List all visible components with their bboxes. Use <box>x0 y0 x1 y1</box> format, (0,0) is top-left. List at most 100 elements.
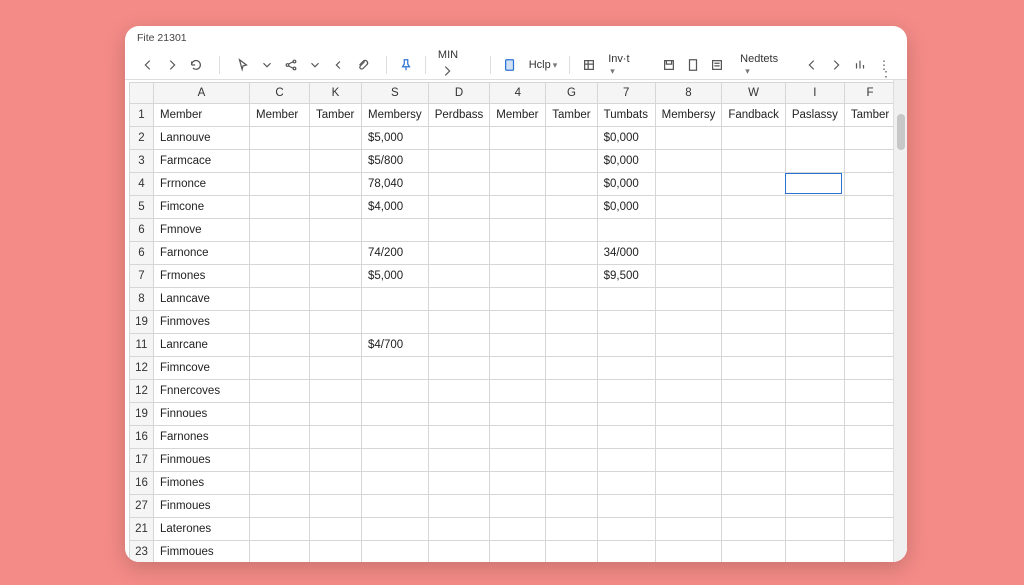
cell[interactable] <box>250 357 310 380</box>
row-number[interactable]: 5 <box>130 196 154 219</box>
row-number[interactable]: 19 <box>130 311 154 334</box>
cell[interactable] <box>490 357 546 380</box>
cell[interactable] <box>250 242 310 265</box>
cell[interactable] <box>655 334 722 357</box>
cell[interactable] <box>597 311 655 334</box>
cell[interactable] <box>844 403 893 426</box>
cell[interactable]: Farnones <box>154 426 250 449</box>
cell[interactable] <box>546 403 597 426</box>
cell[interactable] <box>428 449 490 472</box>
cell[interactable]: Member <box>250 104 310 127</box>
cell[interactable]: Farmcace <box>154 150 250 173</box>
cell[interactable] <box>428 334 490 357</box>
cell[interactable] <box>428 403 490 426</box>
cell[interactable] <box>655 357 722 380</box>
cell[interactable] <box>428 196 490 219</box>
cell[interactable] <box>722 334 786 357</box>
row-number[interactable]: 12 <box>130 357 154 380</box>
cell[interactable]: Finmoves <box>154 311 250 334</box>
cell[interactable] <box>722 518 786 541</box>
cell[interactable] <box>250 127 310 150</box>
cell[interactable] <box>722 426 786 449</box>
spreadsheet-grid[interactable]: ACKSD4G78WIF 1MemberMemberTamberMembersy… <box>129 82 893 562</box>
cell[interactable] <box>785 426 844 449</box>
cell[interactable] <box>597 449 655 472</box>
cursor-icon[interactable] <box>234 55 252 75</box>
cell[interactable] <box>785 242 844 265</box>
cell[interactable] <box>655 242 722 265</box>
cell[interactable]: Tumbats <box>597 104 655 127</box>
cell[interactable] <box>310 127 362 150</box>
cell[interactable] <box>546 288 597 311</box>
cell[interactable] <box>785 472 844 495</box>
cell[interactable] <box>785 265 844 288</box>
chevron-left-icon[interactable] <box>803 55 821 75</box>
cell[interactable] <box>546 357 597 380</box>
cell[interactable] <box>722 311 786 334</box>
cell[interactable] <box>722 541 786 563</box>
cell[interactable] <box>490 311 546 334</box>
cell[interactable] <box>655 449 722 472</box>
row-number[interactable]: 4 <box>130 173 154 196</box>
cell[interactable] <box>250 311 310 334</box>
cell[interactable] <box>428 472 490 495</box>
row-number[interactable]: 6 <box>130 219 154 242</box>
back-small-icon[interactable] <box>330 55 348 75</box>
cell[interactable] <box>785 196 844 219</box>
cell[interactable] <box>428 150 490 173</box>
grid-scroll[interactable]: ACKSD4G78WIF 1MemberMemberTamberMembersy… <box>125 80 893 562</box>
cell[interactable] <box>310 541 362 563</box>
cell[interactable] <box>722 196 786 219</box>
cell[interactable] <box>310 403 362 426</box>
cell[interactable] <box>655 403 722 426</box>
cell[interactable] <box>655 150 722 173</box>
cell[interactable] <box>310 219 362 242</box>
pin-icon[interactable] <box>397 55 415 75</box>
cell[interactable] <box>250 380 310 403</box>
cell[interactable] <box>250 403 310 426</box>
cell[interactable] <box>785 541 844 563</box>
cell[interactable] <box>362 472 429 495</box>
cell[interactable] <box>310 472 362 495</box>
cell[interactable] <box>362 495 429 518</box>
cell[interactable] <box>490 265 546 288</box>
cell[interactable] <box>310 265 362 288</box>
cell[interactable] <box>250 196 310 219</box>
cell[interactable] <box>844 541 893 563</box>
cell[interactable] <box>785 173 844 196</box>
cell[interactable]: Perdbass <box>428 104 490 127</box>
cell[interactable] <box>546 541 597 563</box>
row-number[interactable]: 11 <box>130 334 154 357</box>
cell[interactable] <box>722 472 786 495</box>
cell[interactable] <box>546 127 597 150</box>
cell[interactable] <box>844 173 893 196</box>
cell[interactable]: Fandback <box>722 104 786 127</box>
cell[interactable] <box>310 380 362 403</box>
share-icon[interactable] <box>282 55 300 75</box>
row-number[interactable]: 7 <box>130 265 154 288</box>
cell[interactable] <box>597 219 655 242</box>
cell[interactable] <box>310 173 362 196</box>
cell[interactable] <box>362 311 429 334</box>
cell[interactable] <box>546 173 597 196</box>
cell[interactable] <box>597 380 655 403</box>
cell[interactable] <box>490 219 546 242</box>
cell[interactable] <box>785 127 844 150</box>
row-number[interactable]: 17 <box>130 449 154 472</box>
row-number[interactable]: 23 <box>130 541 154 563</box>
chevron-down-icon-2[interactable] <box>306 55 324 75</box>
cell[interactable] <box>250 265 310 288</box>
column-header[interactable]: C <box>250 83 310 104</box>
cell[interactable]: Frrnonce <box>154 173 250 196</box>
cell[interactable] <box>310 426 362 449</box>
cell[interactable]: $0,000 <box>597 196 655 219</box>
cell[interactable] <box>597 541 655 563</box>
cell[interactable]: $0,000 <box>597 150 655 173</box>
cell[interactable] <box>250 541 310 563</box>
cell[interactable] <box>362 449 429 472</box>
cell[interactable] <box>844 311 893 334</box>
cell[interactable] <box>250 518 310 541</box>
cell[interactable] <box>362 541 429 563</box>
cell[interactable] <box>428 357 490 380</box>
cell[interactable] <box>546 449 597 472</box>
